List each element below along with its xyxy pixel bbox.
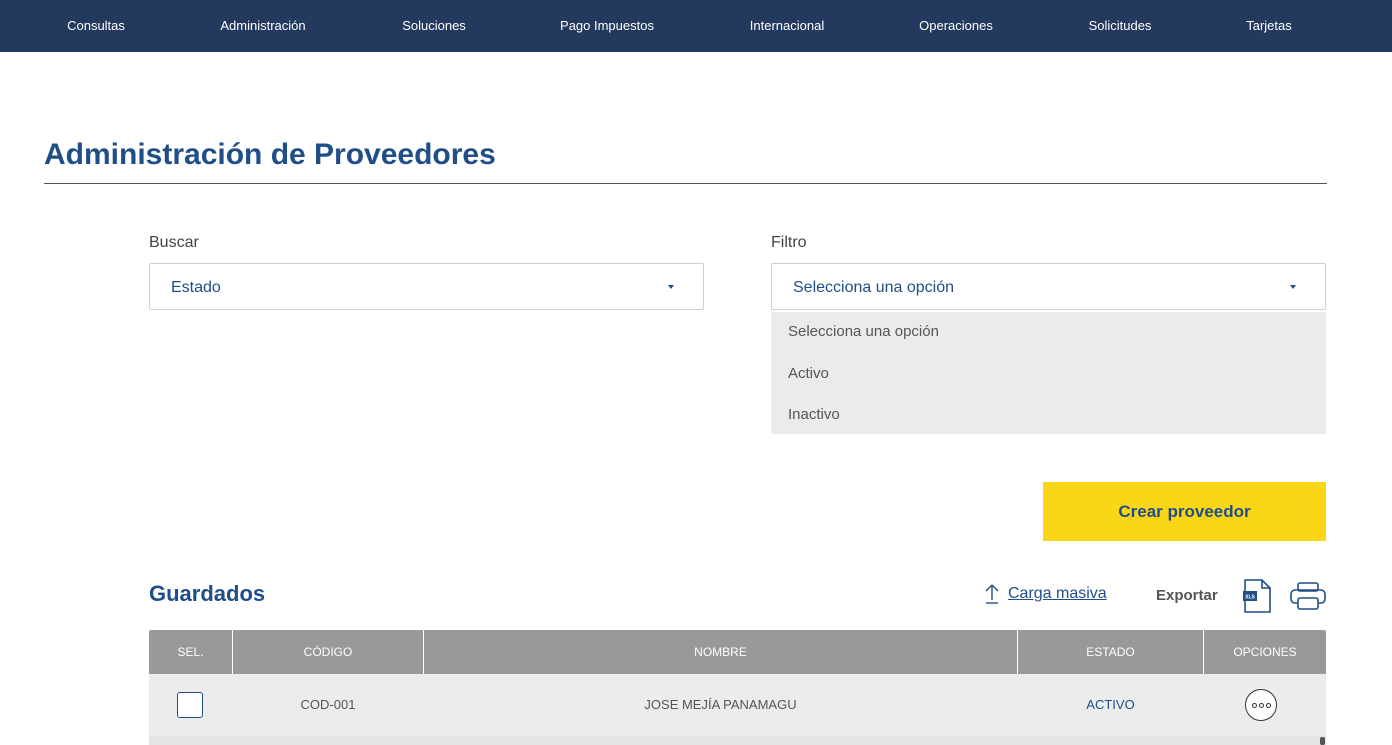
table-row-next bbox=[149, 736, 1326, 745]
option-dot bbox=[1265, 702, 1271, 708]
saved-section-title: Guardados bbox=[149, 581, 266, 606]
bulk-upload-label: Carga masiva bbox=[1008, 585, 1107, 602]
caret-down-icon bbox=[668, 285, 674, 289]
top-navigation: Consultas Administración Soluciones Pago… bbox=[0, 0, 1392, 52]
export-label: Exportar bbox=[1156, 587, 1218, 604]
row-status: ACTIVO bbox=[1086, 697, 1135, 712]
nav-item-pago-impuestos[interactable]: Pago Impuestos bbox=[560, 0, 654, 52]
option-dot bbox=[1258, 702, 1264, 708]
row-code: COD-001 bbox=[300, 697, 356, 712]
xls-file-icon[interactable]: XLS bbox=[1242, 578, 1272, 614]
table-header: SEL. CÓDIGO NOMBRE ESTADO OPCIONES bbox=[149, 630, 1326, 674]
column-header-codigo[interactable]: CÓDIGO bbox=[233, 630, 423, 674]
search-label: Buscar bbox=[149, 234, 199, 251]
row-name: JOSE MEJÍA PANAMAGU bbox=[644, 697, 797, 712]
filter-select-value: Selecciona una opción bbox=[793, 279, 955, 296]
search-select-value: Estado bbox=[171, 279, 221, 296]
column-header-sel[interactable]: SEL. bbox=[149, 630, 232, 674]
title-divider bbox=[44, 183, 1327, 184]
caret-down-icon bbox=[1290, 285, 1296, 289]
nav-item-tarjetas[interactable]: Tarjetas bbox=[1246, 0, 1292, 52]
upload-arrow-icon bbox=[985, 584, 999, 604]
filter-option-placeholder[interactable]: Selecciona una opción bbox=[788, 323, 939, 340]
row-select-checkbox[interactable] bbox=[177, 692, 203, 718]
create-provider-button[interactable]: Crear proveedor bbox=[1043, 482, 1326, 541]
nav-item-operaciones[interactable]: Operaciones bbox=[919, 0, 993, 52]
page-title: Administración de Proveedores bbox=[44, 138, 496, 171]
xls-badge-label: XLS bbox=[1245, 595, 1255, 601]
nav-item-administracion[interactable]: Administración bbox=[220, 0, 305, 52]
nav-item-solicitudes[interactable]: Solicitudes bbox=[1089, 0, 1152, 52]
nav-item-soluciones[interactable]: Soluciones bbox=[402, 0, 466, 52]
table-scrollbar[interactable] bbox=[1320, 737, 1325, 745]
nav-item-internacional[interactable]: Internacional bbox=[750, 0, 824, 52]
search-select[interactable]: Estado bbox=[149, 263, 704, 310]
printer-icon[interactable] bbox=[1289, 581, 1327, 611]
column-header-opciones[interactable]: OPCIONES bbox=[1204, 630, 1326, 674]
filter-select[interactable]: Selecciona una opción bbox=[771, 263, 1326, 310]
filter-option-activo[interactable]: Activo bbox=[788, 365, 829, 382]
table-row: COD-001 JOSE MEJÍA PANAMAGU ACTIVO bbox=[149, 674, 1326, 736]
filter-dropdown-menu: Selecciona una opción Activo Inactivo bbox=[771, 312, 1326, 434]
bulk-upload-link[interactable]: Carga masiva bbox=[984, 583, 1107, 605]
filter-label: Filtro bbox=[771, 234, 807, 251]
filter-option-inactivo[interactable]: Inactivo bbox=[788, 406, 840, 423]
column-header-nombre[interactable]: NOMBRE bbox=[424, 630, 1017, 674]
nav-item-consultas[interactable]: Consultas bbox=[67, 0, 125, 52]
more-options-icon[interactable] bbox=[1245, 689, 1277, 721]
option-dot bbox=[1251, 702, 1257, 708]
column-header-estado[interactable]: ESTADO bbox=[1018, 630, 1203, 674]
